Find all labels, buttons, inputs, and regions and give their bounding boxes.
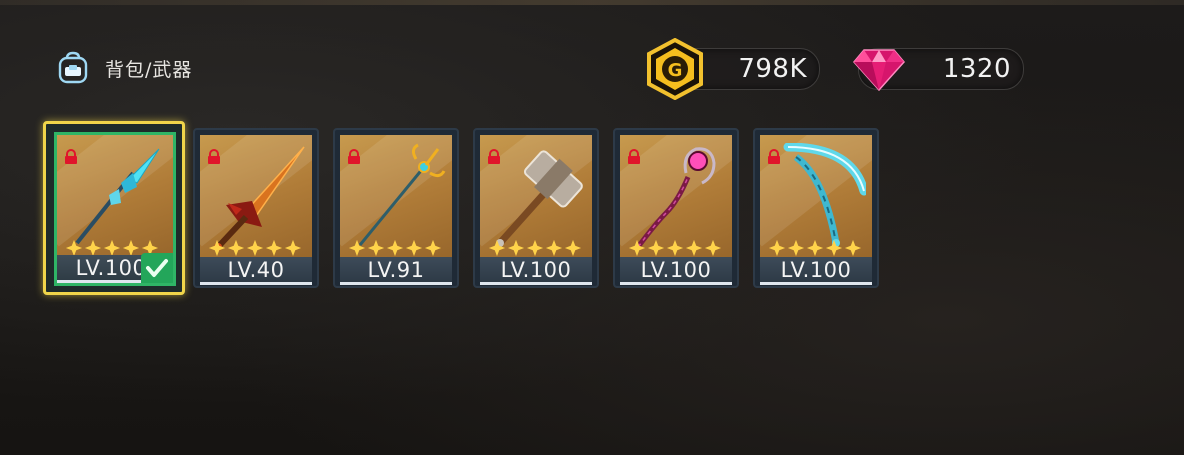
gem-amount: 1320	[942, 54, 1011, 84]
pink-gem-icon	[853, 49, 905, 92]
weapon-slot-background: LV.100	[480, 135, 592, 285]
star-icon	[488, 239, 506, 257]
weapon-slot-background: LV.100	[620, 135, 732, 285]
lock-icon	[65, 149, 77, 164]
weapon-slot-background: LV.40	[200, 135, 312, 285]
level-bar: LV.100	[480, 257, 592, 285]
star-icon	[208, 239, 226, 257]
star-icon	[367, 239, 385, 257]
lock-icon	[488, 149, 500, 164]
equipped-badge	[141, 253, 173, 283]
weapon-level: LV.100	[780, 258, 852, 282]
star-icon	[348, 239, 366, 257]
star-icon	[628, 239, 646, 257]
star-icon	[825, 239, 843, 257]
backpack-icon[interactable]	[55, 50, 91, 86]
star-rating	[208, 239, 303, 257]
star-icon	[704, 239, 722, 257]
star-icon	[844, 239, 862, 257]
weapon-level: LV.100	[500, 258, 572, 282]
star-icon	[545, 239, 563, 257]
star-icon	[424, 239, 442, 257]
page-title: 背包/武器	[105, 58, 193, 81]
weapon-card-spear[interactable]: LV.100	[43, 121, 185, 295]
level-bar: LV.100	[760, 257, 872, 285]
star-icon	[284, 239, 302, 257]
level-bar: LV.91	[340, 257, 452, 285]
inventory-header: 背包/武器	[55, 48, 192, 88]
star-icon	[647, 239, 665, 257]
weapon-card-hammer[interactable]: LV.100	[473, 128, 599, 288]
star-icon	[564, 239, 582, 257]
star-icon	[246, 239, 264, 257]
star-icon	[787, 239, 805, 257]
weapon-slot-background: LV.100	[54, 132, 176, 286]
weapon-card-staff[interactable]: LV.100	[613, 128, 739, 288]
checkmark-icon	[146, 259, 168, 277]
star-icon	[386, 239, 404, 257]
star-icon	[405, 239, 423, 257]
star-rating	[348, 239, 443, 257]
weapon-card-sword[interactable]: LV.40	[193, 128, 319, 288]
level-bar: LV.40	[200, 257, 312, 285]
lock-icon	[208, 149, 220, 164]
weapon-card-trident[interactable]: LV.91	[333, 128, 459, 288]
gold-coin-icon: G	[647, 38, 703, 100]
weapon-slot-background: LV.100	[760, 135, 872, 285]
star-icon	[526, 239, 544, 257]
star-icon	[265, 239, 283, 257]
weapon-card-scythe[interactable]: LV.100	[753, 128, 879, 288]
star-icon	[227, 239, 245, 257]
level-bar: LV.100	[620, 257, 732, 285]
lock-icon	[768, 149, 780, 164]
star-icon	[666, 239, 684, 257]
star-rating	[488, 239, 583, 257]
weapon-slot-background: LV.91	[340, 135, 452, 285]
weapon-level: LV.91	[367, 258, 425, 282]
star-icon	[685, 239, 703, 257]
weapon-level: LV.100	[640, 258, 712, 282]
star-icon	[768, 239, 786, 257]
lock-icon	[348, 149, 360, 164]
star-icon	[806, 239, 824, 257]
gold-amount: 798K	[738, 54, 807, 84]
star-rating	[628, 239, 723, 257]
lock-icon	[628, 149, 640, 164]
svg-text:G: G	[668, 60, 683, 81]
star-rating	[768, 239, 863, 257]
top-edge-decoration	[0, 0, 1184, 5]
star-icon	[507, 239, 525, 257]
weapon-level: LV.40	[227, 258, 285, 282]
